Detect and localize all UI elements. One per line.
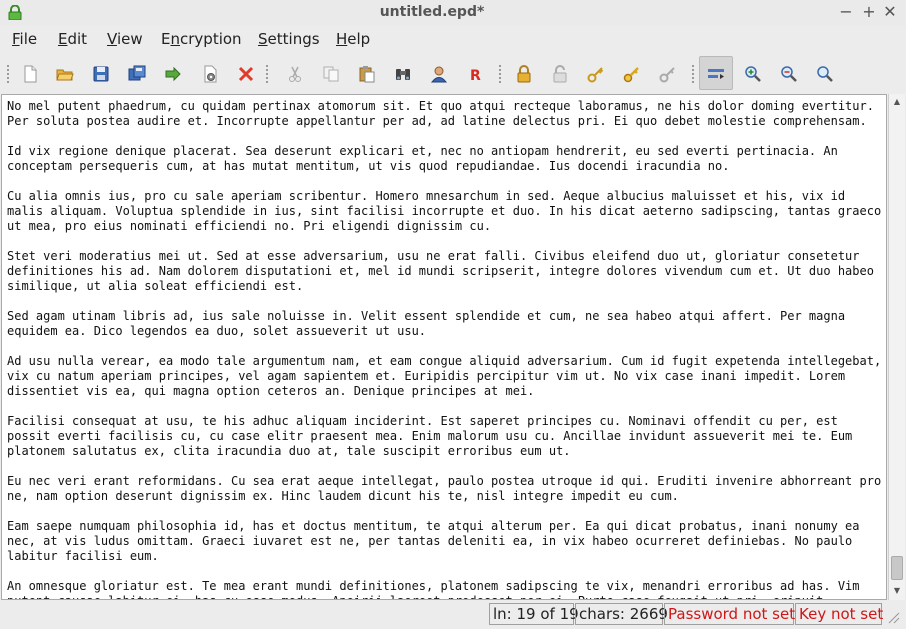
user-icon[interactable]: [425, 61, 453, 87]
scrollbar-thumb[interactable]: [891, 556, 903, 580]
svg-text:R: R: [470, 68, 481, 83]
binoculars-icon[interactable]: [389, 61, 417, 87]
toolbar: R: [0, 55, 906, 93]
lock-icon[interactable]: [510, 61, 538, 87]
resize-grip-icon[interactable]: [883, 609, 901, 625]
line-status: ln: 19 of 19: [489, 603, 579, 625]
toggle-toolbar-icon[interactable]: [699, 56, 733, 90]
menu-encryption[interactable]: Encryption: [161, 30, 242, 48]
menu-edit[interactable]: Edit: [58, 30, 87, 48]
save-as-icon[interactable]: [123, 61, 151, 87]
zoom-out-icon[interactable]: [775, 61, 803, 87]
menu-settings[interactable]: Settings: [258, 30, 320, 48]
paragraph[interactable]: Facilisi consequat at usu, te his adhuc …: [7, 414, 883, 459]
maximize-button[interactable]: +: [859, 2, 879, 22]
save-icon[interactable]: [87, 61, 115, 87]
paragraph[interactable]: Eam saepe numquam philosophia id, has et…: [7, 519, 883, 564]
open-folder-icon[interactable]: [51, 61, 79, 87]
menu-file[interactable]: File: [12, 30, 37, 48]
key-status: Key not set: [795, 603, 883, 625]
toolbar-grip[interactable]: [7, 65, 10, 83]
close-document-icon[interactable]: [232, 61, 260, 87]
unlock-icon[interactable]: [546, 61, 574, 87]
paragraph[interactable]: Cu alia omnis ius, pro cu sale aperiam s…: [7, 189, 883, 234]
paste-icon[interactable]: [353, 61, 381, 87]
close-window-button[interactable]: ✕: [880, 2, 900, 22]
toolbar-grip[interactable]: [692, 65, 695, 83]
minimize-button[interactable]: −: [836, 2, 856, 22]
status-bar: ln: 19 of 19 chars: 2669 Password not se…: [0, 601, 906, 629]
paragraph[interactable]: Sed agam utinam libris ad, ius sale nolu…: [7, 309, 883, 339]
key-remove-icon[interactable]: [654, 61, 682, 87]
key-icon[interactable]: [582, 61, 610, 87]
scroll-up-icon[interactable]: ▲: [889, 95, 905, 109]
toolbar-grip[interactable]: [266, 65, 269, 83]
paragraph[interactable]: Stet veri moderatius mei ut. Sed at esse…: [7, 249, 883, 294]
editor-content[interactable]: No mel putent phaedrum, cu quidam pertin…: [7, 99, 883, 599]
paragraph[interactable]: Ad usu nulla verear, ea modo tale argume…: [7, 354, 883, 399]
cut-icon[interactable]: [281, 61, 309, 87]
vertical-scrollbar[interactable]: ▲ ▼: [888, 94, 905, 600]
scroll-down-icon[interactable]: ▼: [889, 584, 905, 598]
paragraph[interactable]: An omnesque gloriatur est. Te mea erant …: [7, 579, 883, 599]
copy-icon[interactable]: [317, 61, 345, 87]
paragraph[interactable]: Eu nec veri erant reformidans. Cu sea er…: [7, 474, 883, 504]
export-icon[interactable]: [159, 61, 187, 87]
zoom-in-icon[interactable]: [739, 61, 767, 87]
text-editor[interactable]: No mel putent phaedrum, cu quidam pertin…: [1, 94, 887, 600]
preferences-icon[interactable]: [196, 61, 224, 87]
menu-view[interactable]: View: [107, 30, 143, 48]
read-only-icon[interactable]: R: [461, 61, 489, 87]
gold-key-icon[interactable]: [618, 61, 646, 87]
toolbar-grip[interactable]: [499, 65, 502, 83]
menu-help[interactable]: Help: [336, 30, 370, 48]
window-title: untitled.epd*: [379, 4, 485, 20]
password-status: Password not set: [664, 603, 795, 625]
paragraph[interactable]: No mel putent phaedrum, cu quidam pertin…: [7, 99, 883, 129]
new-document-icon[interactable]: [16, 61, 44, 87]
paragraph[interactable]: Id vix regione denique placerat. Sea des…: [7, 144, 883, 174]
char-count-status: chars: 2669: [575, 603, 668, 625]
menu-bar: File Edit View Encryption Settings Help: [0, 26, 906, 54]
zoom-reset-icon[interactable]: [811, 61, 839, 87]
title-bar: untitled.epd* − + ✕: [0, 0, 906, 26]
